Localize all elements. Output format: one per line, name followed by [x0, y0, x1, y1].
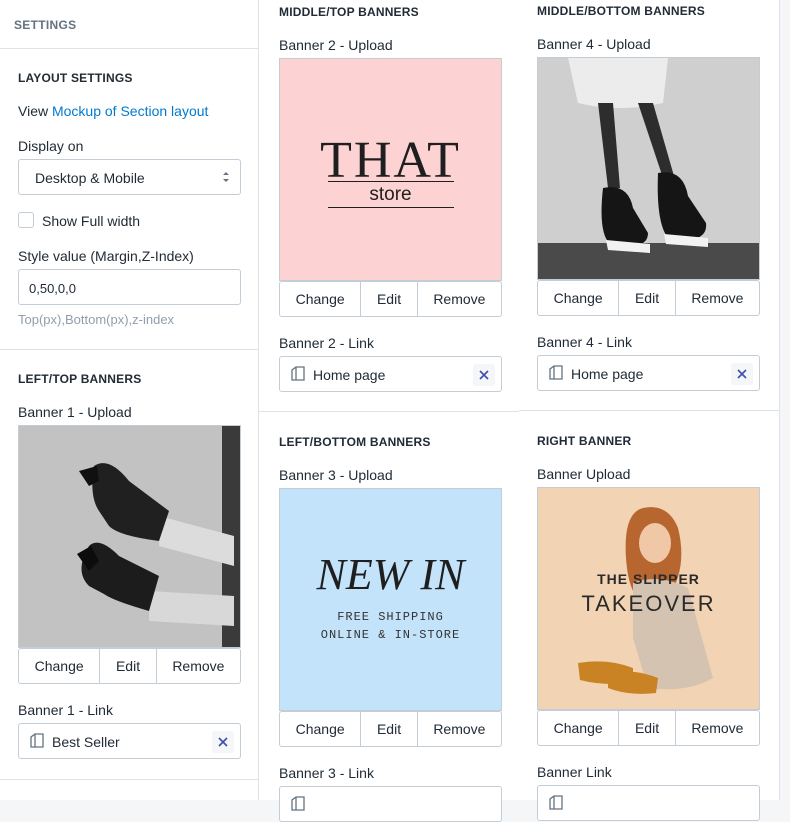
banner1-link-label: Banner 1 - Link: [18, 702, 113, 718]
banner2-image[interactable]: THAT store: [279, 58, 502, 281]
display-on-value: Desktop & Mobile: [35, 170, 145, 186]
settings-panel: SETTINGS LAYOUT SETTINGS View Mockup of …: [0, 0, 259, 800]
banner4-change-button[interactable]: Change: [538, 281, 620, 315]
banner2-link-clear-button[interactable]: [473, 364, 495, 386]
banner2-remove-button[interactable]: Remove: [418, 282, 501, 316]
banner1-link-value: Best Seller: [52, 734, 120, 750]
banner3-img-title: NEW IN: [316, 550, 465, 599]
right-banner-upload-label: Banner Upload: [537, 466, 631, 482]
banner3-img-line1: FREE SHIPPING: [337, 610, 444, 624]
right-banner-remove-button[interactable]: Remove: [676, 711, 759, 745]
right-banner-change-button[interactable]: Change: [538, 711, 620, 745]
banner4-remove-button[interactable]: Remove: [676, 281, 759, 315]
page-icon: [291, 796, 305, 811]
banner1-link-clear-button[interactable]: [212, 731, 234, 753]
banner2-link-value: Home page: [313, 367, 386, 383]
middle-column: MIDDLE/TOP BANNERS Banner 2 - Upload THA…: [259, 0, 519, 822]
left-bottom-title: LEFT/BOTTOM BANNERS: [279, 435, 431, 449]
banner2-change-button[interactable]: Change: [280, 282, 362, 316]
banner3-img-line2: ONLINE & IN-STORE: [320, 628, 461, 642]
banner1-remove-button[interactable]: Remove: [157, 649, 240, 683]
banner1-upload-label: Banner 1 - Upload: [18, 404, 132, 420]
banner2-upload-label: Banner 2 - Upload: [279, 37, 393, 53]
banner4-upload-label: Banner 4 - Upload: [537, 36, 651, 52]
page-icon: [30, 733, 44, 748]
banner4-link-clear-button[interactable]: [731, 363, 753, 385]
banner3-edit-button[interactable]: Edit: [361, 712, 418, 746]
banner2-link-field[interactable]: Home page: [279, 356, 502, 392]
style-value-input[interactable]: 0,50,0,0: [18, 269, 241, 305]
page-icon: [291, 366, 305, 381]
close-icon: [479, 370, 489, 380]
right-banner-img-line2: TAKEOVER: [581, 591, 716, 616]
right-banner-link-field[interactable]: [537, 785, 760, 821]
banner3-remove-button[interactable]: Remove: [418, 712, 501, 746]
view-mockup-line: View Mockup of Section layout: [18, 103, 208, 119]
banner2-img-subtitle: store: [369, 184, 412, 205]
style-value-help: Top(px),Bottom(px),z-index: [18, 312, 175, 327]
left-top-title: LEFT/TOP BANNERS: [18, 372, 142, 386]
sneakers-photo: [538, 58, 759, 279]
banner1-actions: Change Edit Remove: [18, 648, 241, 684]
banner3-link-field[interactable]: [279, 786, 502, 822]
right-banner-edit-button[interactable]: Edit: [619, 711, 676, 745]
section-divider-2: [0, 779, 259, 780]
settings-header: SETTINGS: [0, 0, 258, 49]
middle-top-title: MIDDLE/TOP BANNERS: [279, 5, 419, 19]
section-divider: [0, 349, 259, 350]
banner2-actions: Change Edit Remove: [279, 281, 502, 317]
banner2-img-rule: [328, 181, 454, 182]
right-column: MIDDLE/BOTTOM BANNERS Banner 4 - Upload …: [519, 0, 780, 821]
banner1-link-field[interactable]: Best Seller: [18, 723, 241, 759]
right-banner-img-line1: THE SLIPPER: [597, 571, 700, 587]
banner1-change-button[interactable]: Change: [19, 649, 101, 683]
banner2-link-label: Banner 2 - Link: [279, 335, 374, 351]
banner3-link-label: Banner 3 - Link: [279, 765, 374, 781]
right-banner-actions: Change Edit Remove: [537, 710, 760, 746]
banner2-img-rule-2: [328, 207, 454, 208]
banner4-link-field[interactable]: Home page: [537, 355, 760, 391]
mockup-link[interactable]: Mockup of Section layout: [52, 103, 208, 119]
banner1-edit-button[interactable]: Edit: [100, 649, 157, 683]
show-full-width-label: Show Full width: [42, 213, 141, 229]
right-banner-image[interactable]: THE SLIPPER TAKEOVER: [537, 487, 760, 710]
layout-settings-title: LAYOUT SETTINGS: [18, 71, 133, 85]
section-divider-4: [519, 410, 780, 411]
banner3-image[interactable]: NEW IN FREE SHIPPING ONLINE & IN-STORE: [279, 488, 502, 711]
show-full-width-checkbox[interactable]: [18, 212, 34, 228]
page-icon: [549, 795, 563, 810]
banner3-change-button[interactable]: Change: [280, 712, 362, 746]
banner4-image[interactable]: [537, 57, 760, 280]
close-icon: [218, 737, 228, 747]
chevron-updown-icon: [223, 172, 229, 182]
middle-bottom-title: MIDDLE/BOTTOM BANNERS: [537, 4, 705, 18]
banner4-link-value: Home page: [571, 366, 644, 382]
display-on-select[interactable]: Desktop & Mobile: [18, 159, 241, 195]
right-banner-title: RIGHT BANNER: [537, 434, 632, 448]
banner4-actions: Change Edit Remove: [537, 280, 760, 316]
right-banner-link-label: Banner Link: [537, 764, 612, 780]
view-prefix: View: [18, 103, 52, 119]
style-value-label: Style value (Margin,Z-Index): [18, 248, 194, 264]
banner1-image[interactable]: [18, 425, 241, 648]
banner4-link-label: Banner 4 - Link: [537, 334, 632, 350]
section-divider-3: [259, 411, 519, 412]
boots-photo: [19, 426, 240, 647]
banner2-edit-button[interactable]: Edit: [361, 282, 418, 316]
banner3-actions: Change Edit Remove: [279, 711, 502, 747]
banner4-edit-button[interactable]: Edit: [619, 281, 676, 315]
close-icon: [737, 369, 747, 379]
banner3-upload-label: Banner 3 - Upload: [279, 467, 393, 483]
page-icon: [549, 365, 563, 380]
display-on-label: Display on: [18, 138, 84, 154]
